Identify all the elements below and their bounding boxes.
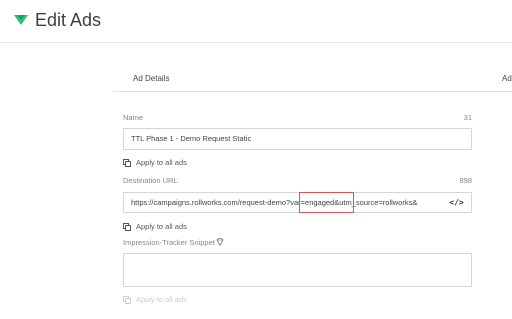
url-apply-label: Apply to all ads [136,222,187,231]
name-label: Name [123,113,144,122]
impression-tracker-textarea[interactable] [123,253,472,287]
code-toggle-button[interactable]: </> [442,192,472,213]
page-header: Edit Ads [0,0,512,43]
edit-ads-page: Edit Ads Ad Details Ad Name 31 TTL Phase… [0,0,512,319]
tab-ad-other[interactable]: Ad [502,74,512,84]
impression-tracker-label-text: Impression-Tracker Snippet [123,238,215,247]
name-input-value: TTL Phase 1 - Demo Request Static [131,134,252,143]
page-title: Edit Ads [35,10,102,30]
copy-icon [123,159,131,167]
name-char-counter: 31 [463,113,472,122]
copy-icon [123,296,131,304]
destination-url-label: Destination URL [123,176,178,185]
tab-ad-details[interactable]: Ad Details [133,74,169,84]
tab-strip: Ad Details Ad [0,66,512,92]
tracker-apply-to-all[interactable]: Apply to all ads [123,295,187,305]
name-input[interactable]: TTL Phase 1 - Demo Request Static [123,128,472,150]
destination-url-char-counter: 898 [459,176,472,185]
name-apply-label: Apply to all ads [136,158,187,167]
destination-url-value: https://campaigns.rollworks.com/request-… [131,197,418,207]
tracker-apply-label: Apply to all ads [136,295,187,304]
brand-logo-icon [14,15,28,25]
tab-bar [113,66,512,92]
destination-url-input[interactable]: https://campaigns.rollworks.com/request-… [123,192,443,213]
diamond-icon [216,238,224,246]
url-apply-to-all[interactable]: Apply to all ads [123,222,187,232]
copy-icon [123,223,131,231]
impression-tracker-label: Impression-Tracker Snippet [123,238,224,248]
name-apply-to-all[interactable]: Apply to all ads [123,158,187,168]
